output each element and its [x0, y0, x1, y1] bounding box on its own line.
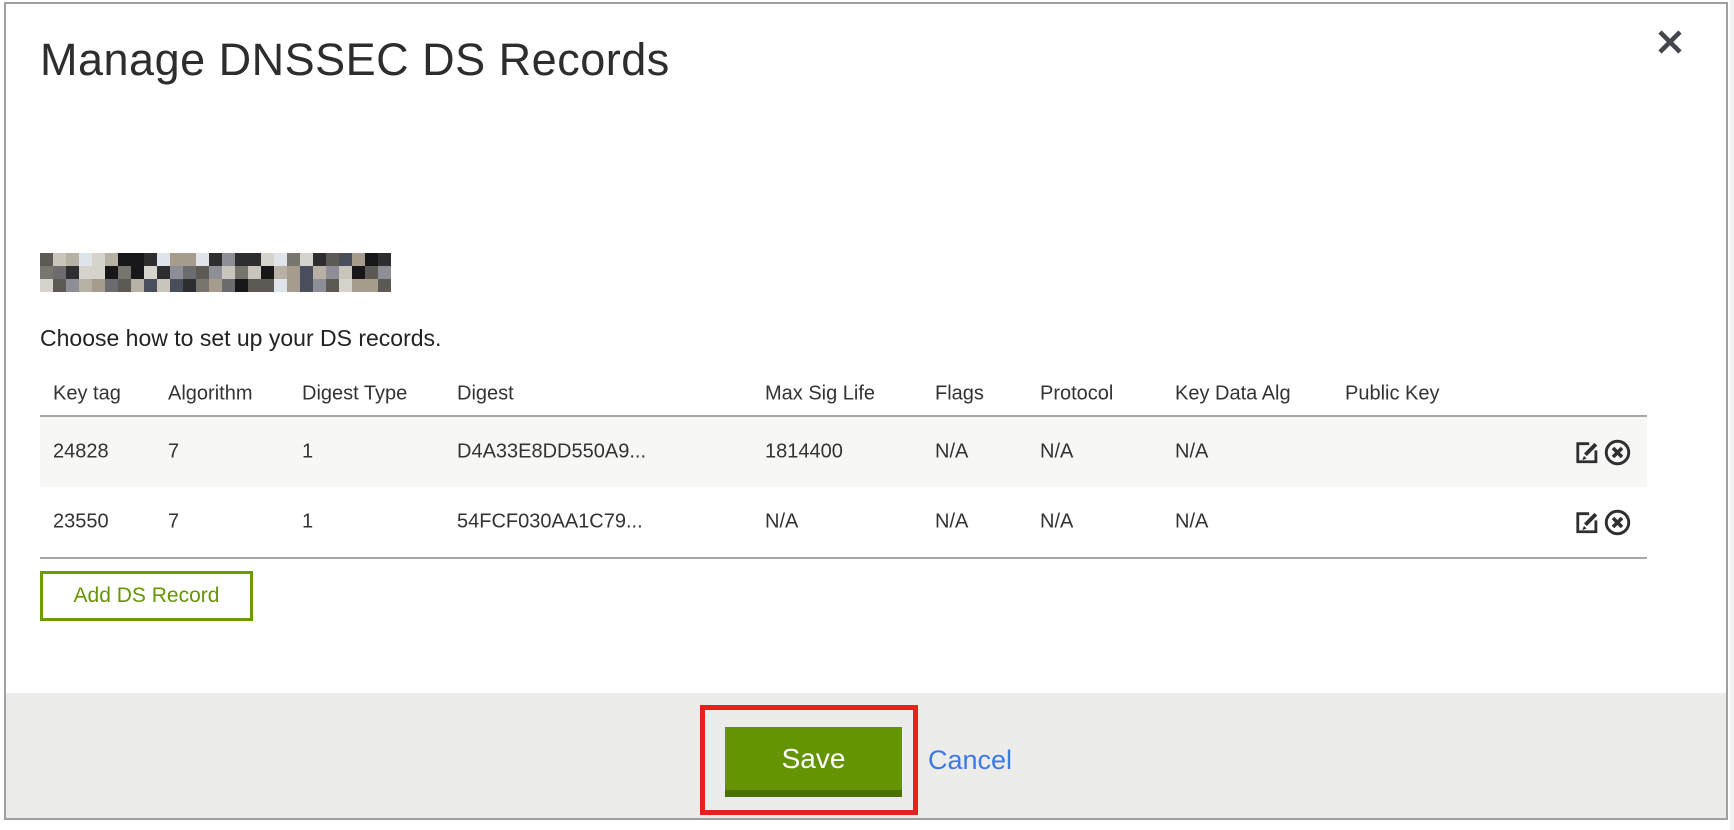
key-tag-value: 23550 — [53, 511, 109, 534]
edit-record-button[interactable] — [1573, 508, 1601, 536]
col-digest: Digest — [457, 383, 514, 406]
modal-title: Manage DNSSEC DS Records — [40, 34, 670, 86]
digest-value: 54FCF030AA1C79... — [457, 511, 643, 534]
modal-footer: Save Cancel — [6, 693, 1726, 818]
col-public-key: Public Key — [1345, 383, 1440, 406]
col-flags: Flags — [935, 383, 984, 406]
manage-dnssec-modal: Manage DNSSEC DS Records Choose how to s… — [4, 2, 1728, 820]
max-sig-life-value: 1814400 — [765, 441, 843, 464]
delete-icon — [1604, 439, 1631, 466]
row-actions — [1573, 438, 1631, 466]
key-data-alg-value: N/A — [1175, 441, 1208, 464]
algorithm-value: 7 — [168, 511, 179, 534]
edit-icon — [1574, 509, 1600, 535]
col-max-sig-life: Max Sig Life — [765, 383, 875, 406]
add-ds-record-button[interactable]: Add DS Record — [40, 571, 253, 621]
flags-value: N/A — [935, 511, 968, 534]
page-background-edge — [1730, 0, 1734, 830]
col-digest-type: Digest Type — [302, 383, 407, 406]
protocol-value: N/A — [1040, 511, 1073, 534]
flags-value: N/A — [935, 441, 968, 464]
algorithm-value: 7 — [168, 441, 179, 464]
digest-type-value: 1 — [302, 441, 313, 464]
col-key-tag: Key tag — [53, 383, 121, 406]
digest-value: D4A33E8DD550A9... — [457, 441, 646, 464]
close-button[interactable] — [1648, 22, 1692, 66]
cancel-link[interactable]: Cancel — [928, 745, 1012, 776]
key-data-alg-value: N/A — [1175, 511, 1208, 534]
col-key-data-alg: Key Data Alg — [1175, 383, 1291, 406]
save-button[interactable]: Save — [725, 727, 902, 797]
ds-record-row: 23550 7 1 54FCF030AA1C79... N/A N/A N/A … — [40, 487, 1647, 559]
max-sig-life-value: N/A — [765, 511, 798, 534]
close-icon — [1655, 27, 1685, 62]
ds-record-row: 24828 7 1 D4A33E8DD550A9... 1814400 N/A … — [40, 417, 1647, 487]
edit-icon — [1574, 439, 1600, 465]
key-tag-value: 24828 — [53, 441, 109, 464]
table-header-row: Key tag Algorithm Digest Type Digest Max… — [40, 373, 1647, 417]
col-algorithm: Algorithm — [168, 383, 252, 406]
edit-record-button[interactable] — [1573, 438, 1601, 466]
protocol-value: N/A — [1040, 441, 1073, 464]
delete-record-button[interactable] — [1603, 508, 1631, 536]
ds-records-table: Key tag Algorithm Digest Type Digest Max… — [40, 373, 1647, 559]
row-actions — [1573, 508, 1631, 536]
redacted-domain-name — [40, 253, 391, 292]
instruction-text: Choose how to set up your DS records. — [40, 325, 441, 352]
col-protocol: Protocol — [1040, 383, 1113, 406]
delete-record-button[interactable] — [1603, 438, 1631, 466]
delete-icon — [1604, 509, 1631, 536]
annotation-highlight-box: Save — [700, 705, 918, 815]
digest-type-value: 1 — [302, 511, 313, 534]
